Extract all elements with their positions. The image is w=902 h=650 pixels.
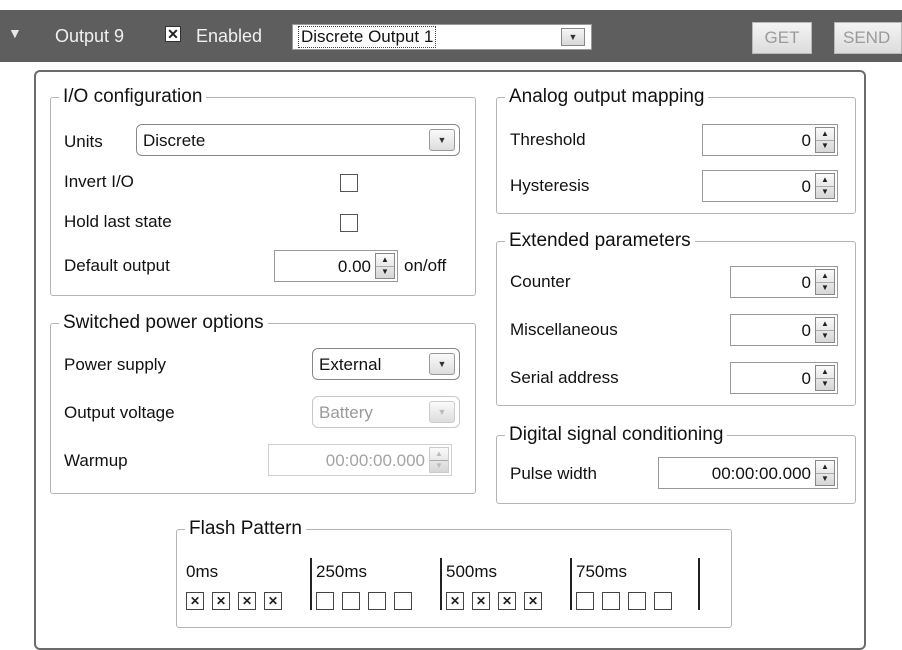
spin-up-down-icon[interactable]: ▲ ▼	[815, 365, 835, 391]
flash-step-checkbox[interactable]: ✕	[264, 592, 282, 610]
flash-step-checkbox[interactable]: ✕	[238, 592, 256, 610]
flash-pattern-legend: Flash Pattern	[189, 518, 302, 539]
flash-step-checkbox[interactable]	[394, 592, 412, 610]
output-title: Output 9	[55, 26, 125, 46]
flash-step-checkbox[interactable]: ✕	[472, 592, 490, 610]
warmup-spinner[interactable]: 00:00:00.000 ▲ ▼	[268, 444, 452, 476]
threshold-label: Threshold	[510, 130, 586, 149]
flash-step-checkbox[interactable]: ✕	[446, 592, 464, 610]
pulse-width-spinner[interactable]: 00:00:00.000 ▲ ▼	[658, 457, 838, 489]
triangle-down-icon[interactable]: ▼	[429, 401, 455, 423]
output-voltage-value: Battery	[319, 403, 373, 422]
hysteresis-spinner[interactable]: 0 ▲ ▼	[702, 170, 838, 202]
flash-step-checkbox[interactable]: ✕	[186, 592, 204, 610]
power-supply-label: Power supply	[64, 355, 167, 374]
pulse-width-value: 00:00:00.000	[711, 464, 811, 483]
default-output-value: 0.00	[337, 257, 371, 276]
spin-up-down-icon[interactable]: ▲ ▼	[815, 127, 835, 153]
hysteresis-value: 0	[801, 177, 811, 196]
flash-step-checkbox[interactable]: ✕	[498, 592, 516, 610]
miscellaneous-value: 0	[801, 321, 811, 340]
pulse-width-label: Pulse width	[510, 464, 597, 483]
spin-up-down-icon[interactable]: ▲ ▼	[815, 317, 835, 343]
spin-up-down-icon[interactable]: ▲ ▼	[815, 173, 835, 199]
send-button[interactable]: SEND	[834, 22, 902, 54]
warmup-value: 00:00:00.000	[325, 451, 425, 470]
invert-io-checkbox[interactable]	[340, 174, 358, 192]
flash-step-checkbox[interactable]: ✕	[524, 592, 542, 610]
miscellaneous-label: Miscellaneous	[510, 320, 618, 339]
warmup-label: Warmup	[64, 451, 128, 470]
counter-value: 0	[801, 273, 811, 292]
enabled-checkbox[interactable]: ✕	[165, 26, 181, 42]
threshold-value: 0	[801, 131, 811, 150]
output-voltage-label: Output voltage	[64, 403, 175, 422]
units-value: Discrete	[143, 131, 206, 150]
power-supply-combo[interactable]: External ▼	[312, 348, 460, 380]
counter-label: Counter	[510, 272, 571, 291]
threshold-spinner[interactable]: 0 ▲ ▼	[702, 124, 838, 156]
serial-address-spinner[interactable]: 0 ▲ ▼	[730, 362, 838, 394]
output-select-value: Discrete Output 1	[297, 26, 437, 48]
flash-step-checkbox[interactable]: ✕	[212, 592, 230, 610]
flash-step-checkbox[interactable]	[602, 592, 620, 610]
invert-io-label: Invert I/O	[64, 172, 134, 191]
flash-step-checkbox[interactable]	[316, 592, 334, 610]
flash-step-checkbox[interactable]	[628, 592, 646, 610]
serial-address-value: 0	[801, 369, 811, 388]
spin-up-down-icon[interactable]: ▲ ▼	[429, 447, 449, 473]
flash-segment-label: 250ms	[316, 562, 368, 581]
output-voltage-combo[interactable]: Battery ▼	[312, 396, 460, 428]
spin-up-down-icon[interactable]: ▲ ▼	[375, 253, 395, 279]
default-output-spinner[interactable]: 0.00 ▲ ▼	[274, 250, 398, 282]
serial-address-label: Serial address	[510, 368, 619, 387]
flash-step-checkbox[interactable]	[654, 592, 672, 610]
flash-segment-divider	[440, 558, 442, 610]
flash-segment-label: 0ms	[186, 562, 219, 581]
hysteresis-label: Hysteresis	[510, 176, 590, 195]
triangle-down-icon[interactable]: ▼	[561, 28, 585, 46]
enabled-label: Enabled	[196, 26, 263, 46]
digital-signal-conditioning-legend: Digital signal conditioning	[509, 424, 724, 445]
flash-step-checkbox[interactable]	[368, 592, 386, 610]
flash-segment-divider	[570, 558, 572, 610]
chevron-down-icon[interactable]: ▼	[8, 25, 22, 41]
extended-parameters-legend: Extended parameters	[509, 230, 691, 251]
spin-up-down-icon[interactable]: ▲ ▼	[815, 460, 835, 486]
default-output-unit: on/off	[404, 256, 447, 275]
power-supply-value: External	[319, 355, 382, 374]
switched-power-legend: Switched power options	[63, 312, 264, 333]
flash-segment-divider	[310, 558, 312, 610]
triangle-down-icon[interactable]: ▼	[429, 353, 455, 375]
flash-step-checkbox[interactable]	[342, 592, 360, 610]
analog-output-mapping-legend: Analog output mapping	[509, 86, 705, 107]
flash-segment-divider	[698, 558, 700, 610]
triangle-down-icon[interactable]: ▼	[429, 129, 455, 151]
output-select[interactable]: Discrete Output 1 ▼	[292, 24, 592, 50]
counter-spinner[interactable]: 0 ▲ ▼	[730, 266, 838, 298]
units-label: Units	[64, 132, 103, 151]
flash-step-checkbox[interactable]	[576, 592, 594, 610]
hold-last-state-checkbox[interactable]	[340, 214, 358, 232]
units-combo[interactable]: Discrete ▼	[136, 124, 460, 156]
flash-segment-label: 500ms	[446, 562, 498, 581]
flash-segment-label: 750ms	[576, 562, 628, 581]
default-output-label: Default output	[64, 256, 170, 275]
output-config-panel: I/O configuration Units Discrete ▼ Inver…	[34, 70, 866, 650]
io-configuration-legend: I/O configuration	[63, 86, 203, 107]
miscellaneous-spinner[interactable]: 0 ▲ ▼	[730, 314, 838, 346]
get-button[interactable]: GET	[752, 22, 812, 54]
hold-last-state-label: Hold last state	[64, 212, 172, 231]
output-header-bar: ▼ Output 9 ✕ Enabled Discrete Output 1 ▼…	[0, 10, 902, 62]
spin-up-down-icon[interactable]: ▲ ▼	[815, 269, 835, 295]
